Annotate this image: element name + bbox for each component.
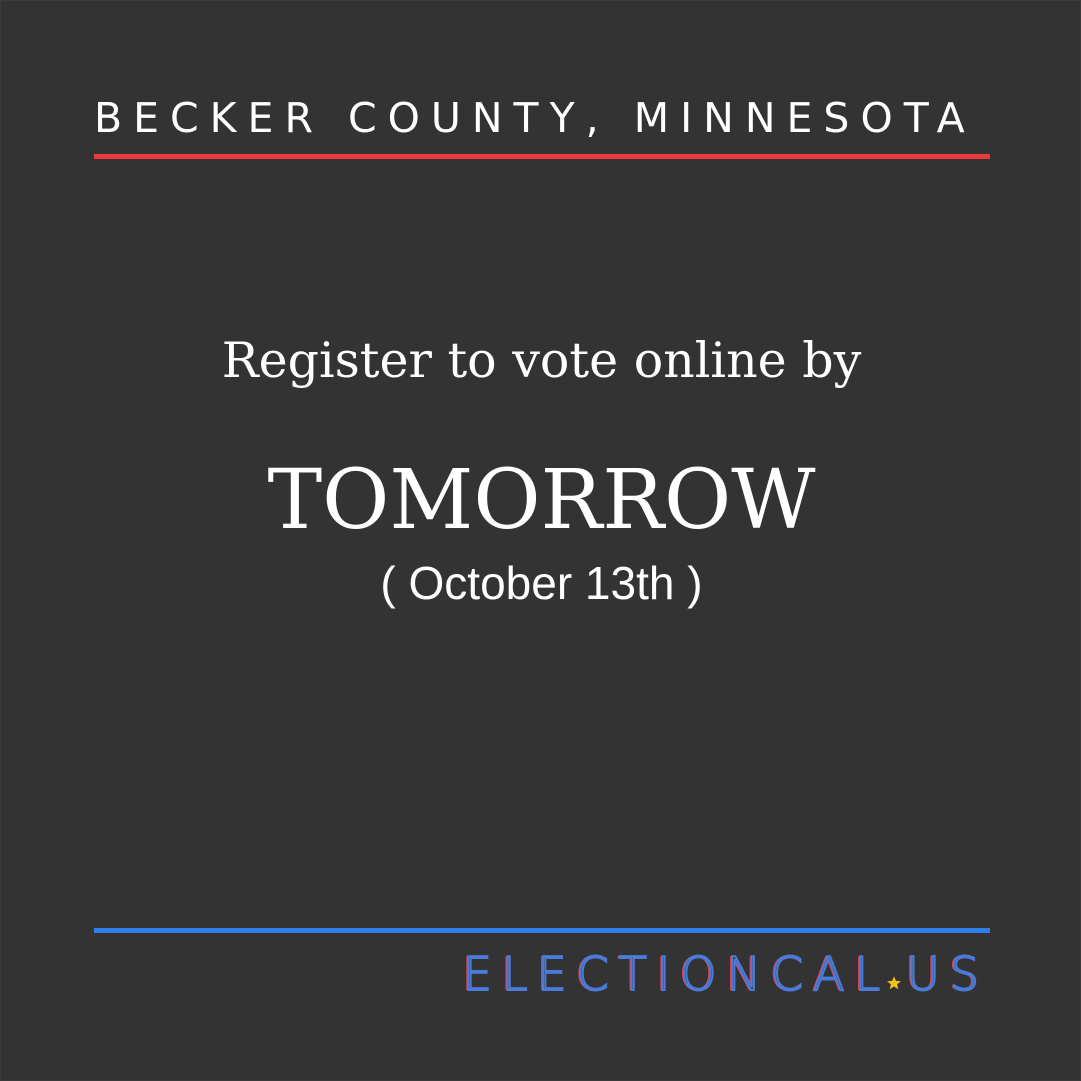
top-divider: [94, 154, 990, 159]
region-title: BECKER COUNTY, MINNESOTA: [94, 94, 976, 142]
star-icon: [887, 976, 902, 990]
brand-name-part2: US: [905, 946, 989, 1002]
brand-name-part1: ELECTIONCAL: [462, 946, 891, 1002]
announcement-card: BECKER COUNTY, MINNESOTA Register to vot…: [0, 0, 1081, 1081]
brand-logo: ELECTIONCAL US: [462, 946, 989, 1002]
lead-text: Register to vote online by: [221, 332, 862, 389]
deadline-text: TOMORROW: [267, 453, 816, 548]
deadline-date: ( October 13th ): [380, 557, 703, 609]
bottom-divider: [94, 928, 990, 933]
